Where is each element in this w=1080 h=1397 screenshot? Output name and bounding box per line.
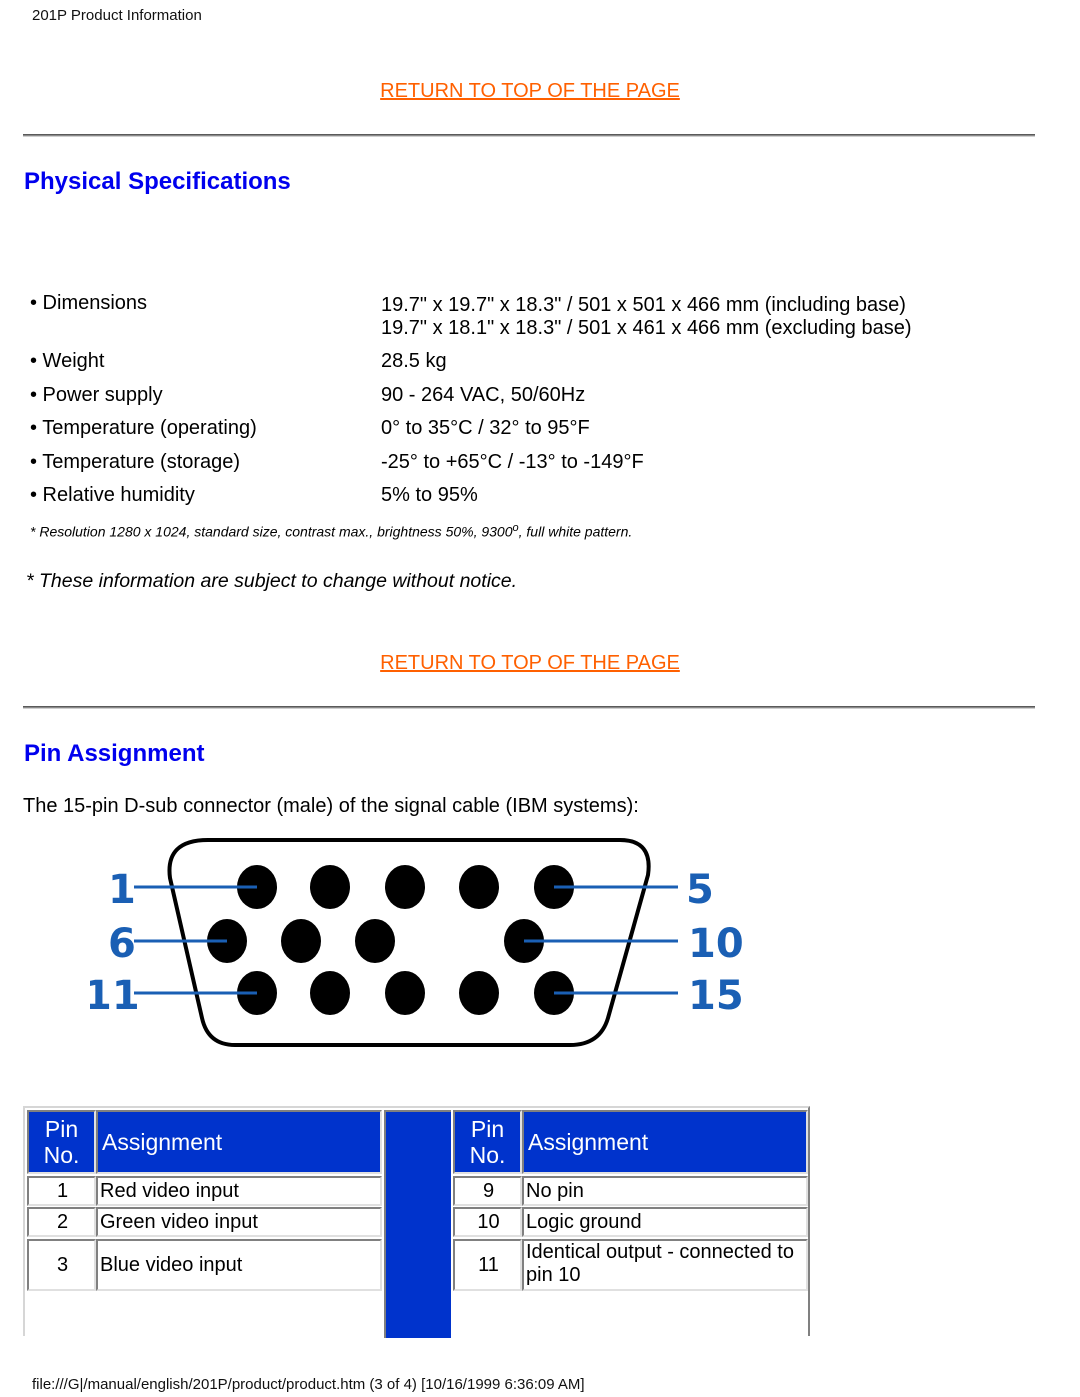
page-footer-path: file:///G|/manual/english/201P/product/p… [32,1376,585,1393]
return-to-top-link[interactable]: RETURN TO TOP OF THE PAGE [380,80,680,102]
spec-value: 19.7" x 19.7" x 18.3" / 501 x 501 x 466 … [381,294,906,316]
connector-intro: The 15-pin D-sub connector (male) of the… [23,795,639,817]
change-notice: * These information are subject to chang… [26,570,518,592]
connector-pin [310,865,350,909]
pin-assignment-cell: Blue video input [96,1239,382,1291]
spec-value: 28.5 kg [381,350,447,372]
pin-number-cell: 1 [27,1176,96,1206]
page-header-title: 201P Product Information [32,7,202,24]
pin-assignment-cell: Identical output - connected to pin 10 [522,1239,808,1291]
return-top-container-1: RETURN TO TOP OF THE PAGE [0,80,1060,103]
footnote-text: * Resolution 1280 x 1024, standard size,… [30,523,513,540]
pin-number-cell: 3 [27,1239,96,1291]
return-to-top-link[interactable]: RETURN TO TOP OF THE PAGE [380,652,680,674]
connector-pin [310,971,350,1015]
header-pin-line2: No. [43,1142,80,1168]
dsub-connector-diagram: 1 56 1011 15 [90,838,744,1047]
pin-assignment-cell: Red video input [96,1176,382,1206]
header-pin-no: Pin No. [453,1110,522,1174]
physical-specs-heading: Physical Specifications [24,168,291,195]
pin-assignment-cell: No pin [522,1176,808,1206]
pin-assignment-heading: Pin Assignment [24,740,205,767]
connector-pin [459,865,499,909]
pin-number-cell: 10 [453,1207,522,1237]
spec-value: 0° to 35°C / 32° to 95°F [381,417,590,439]
spec-label: • Dimensions [30,292,148,314]
spec-label: • Relative humidity [30,484,195,506]
header-pin-line1: Pin [470,1116,505,1142]
spec-label: • Temperature (storage) [30,451,241,473]
header-pin-line2: No. [469,1142,506,1168]
spec-label: • Weight [30,350,105,372]
header-pin-line1: Pin [44,1116,79,1142]
pin-number-cell: 2 [27,1207,96,1237]
divider [23,134,1035,137]
pin-number-label: 5 [686,867,714,913]
pin-number-label: 10 [688,921,744,967]
spec-value: 5% to 95% [381,484,478,506]
footnote-text-end: , full white pattern. [518,523,633,540]
pin-number-cell: 11 [453,1239,522,1291]
pin-assignment-cell: Green video input [96,1207,382,1237]
return-top-container-2: RETURN TO TOP OF THE PAGE [0,652,1060,675]
header-assignment: Assignment [522,1110,808,1174]
pin-assignment-table: Pin No. Assignment Pin No. Assignment 1 … [23,1106,810,1338]
pin-number-label: 11 [90,973,140,1019]
connector-pin [459,971,499,1015]
spec-label: • Temperature (operating) [30,417,257,439]
spec-value: -25° to +65°C / -13° to -149°F [381,451,644,473]
pin-group [207,865,574,1015]
divider [23,706,1035,709]
pin-assignment-cell: Logic ground [522,1207,808,1237]
connector-pin [385,865,425,909]
header-pin-no: Pin No. [27,1110,96,1174]
pin-number-label: 6 [108,921,136,967]
connector-pin [385,971,425,1015]
spec-label: • Power supply [30,384,163,406]
connector-pin [355,919,395,963]
pin-number-cell: 9 [453,1176,522,1206]
table-spacer-column [384,1110,451,1338]
pin-number-label: 1 [108,867,136,913]
spec-value-secondary: 19.7" x 18.1" x 18.3" / 501 x 461 x 466 … [381,317,912,339]
pin-number-label: 15 [688,973,744,1019]
spec-value: 90 - 264 VAC, 50/60Hz [381,384,586,406]
resolution-footnote: * Resolution 1280 x 1024, standard size,… [30,522,632,540]
header-assignment: Assignment [96,1110,382,1174]
connector-pin [281,919,321,963]
